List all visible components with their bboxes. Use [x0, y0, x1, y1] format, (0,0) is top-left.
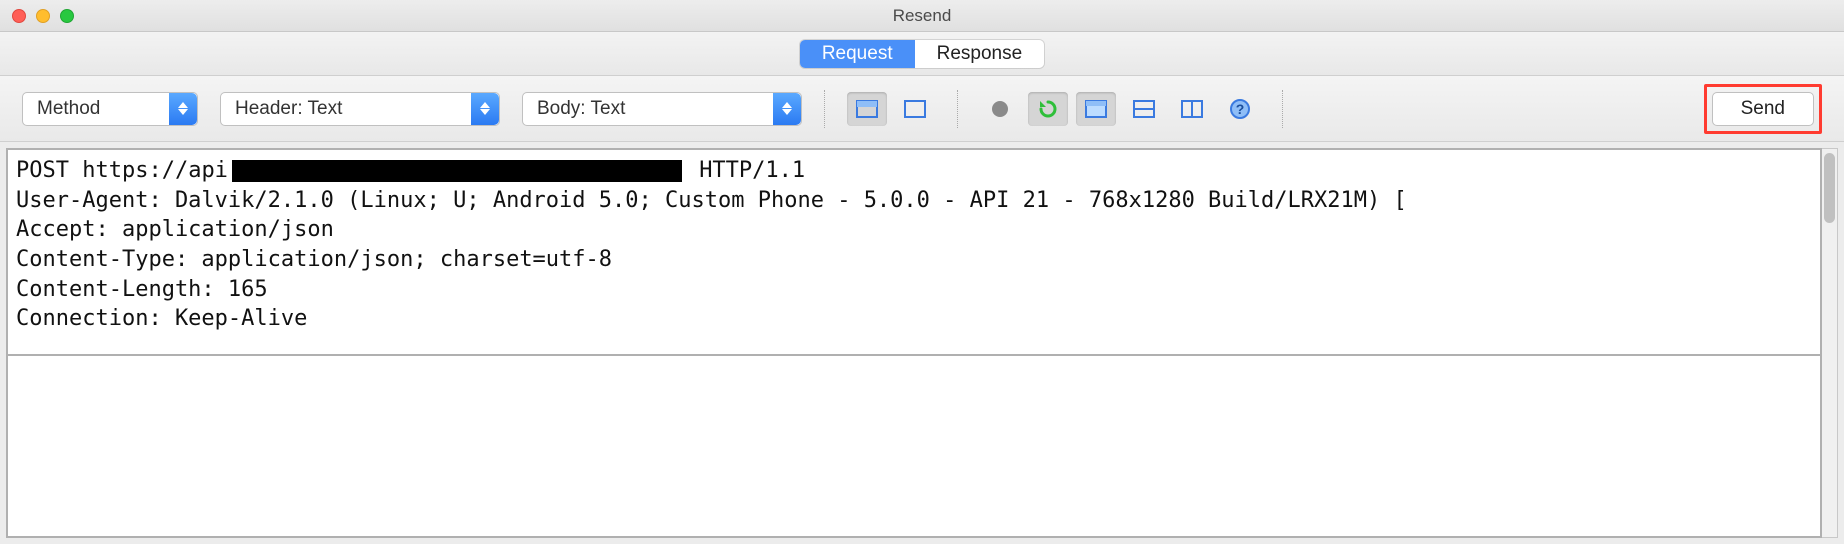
toolbar-divider — [957, 90, 958, 128]
action-icon-group: ? — [980, 92, 1260, 126]
request-header-line: Content-Length: 165 — [16, 277, 268, 302]
traffic-lights — [12, 9, 74, 23]
columns-button[interactable] — [1172, 92, 1212, 126]
select-arrows-icon — [471, 93, 499, 125]
close-window-button[interactable] — [12, 9, 26, 23]
editor-panels: POST https://api HTTP/1.1 User-Agent: Da… — [6, 148, 1822, 538]
request-protocol: HTTP/1.1 — [699, 158, 805, 183]
tab-response[interactable]: Response — [915, 40, 1045, 68]
tab-segmented-control: Request Response — [800, 40, 1044, 68]
request-header-line: User-Agent: Dalvik/2.1.0 (Linux; U; Andr… — [16, 188, 1407, 213]
request-method: POST — [16, 158, 69, 183]
request-text[interactable]: POST https://api HTTP/1.1 User-Agent: Da… — [16, 156, 1812, 334]
select-arrows-icon — [773, 93, 801, 125]
view-single-button[interactable] — [895, 92, 935, 126]
scrollbar-thumb[interactable] — [1824, 153, 1835, 223]
select-arrows-icon — [169, 93, 197, 125]
send-button[interactable]: Send — [1712, 92, 1814, 126]
redacted-url — [232, 160, 682, 182]
toolbar-divider — [1282, 90, 1283, 128]
stacked-view-icon — [855, 97, 879, 121]
rows-icon — [1132, 97, 1156, 121]
method-select-label: Method — [37, 98, 100, 120]
body-format-select[interactable]: Body: Text — [522, 92, 802, 126]
window: Resend Request Response Method Header: T… — [0, 0, 1844, 544]
resend-icon — [1036, 97, 1060, 121]
request-header-line: Connection: Keep-Alive — [16, 306, 307, 331]
body-panel[interactable] — [8, 356, 1820, 536]
tab-request[interactable]: Request — [800, 40, 915, 68]
record-button[interactable] — [980, 92, 1020, 126]
svg-text:?: ? — [1236, 101, 1245, 117]
columns-icon — [1180, 97, 1204, 121]
resend-button[interactable] — [1028, 92, 1068, 126]
single-view-icon — [903, 97, 927, 121]
request-header-line: Accept: application/json — [16, 217, 334, 242]
view-stacked-button[interactable] — [847, 92, 887, 126]
body-format-select-label: Body: Text — [537, 98, 625, 120]
rows-button[interactable] — [1124, 92, 1164, 126]
view-icon-group — [847, 92, 935, 126]
tab-bar: Request Response — [0, 32, 1844, 76]
browser-icon — [1084, 97, 1108, 121]
toolbar-right: Send — [1704, 84, 1822, 134]
toolbar-divider — [824, 90, 825, 128]
request-url-prefix: https://api — [82, 158, 228, 183]
send-highlight-box: Send — [1704, 84, 1822, 134]
titlebar: Resend — [0, 0, 1844, 32]
header-format-select[interactable]: Header: Text — [220, 92, 500, 126]
header-format-select-label: Header: Text — [235, 98, 342, 120]
method-select[interactable]: Method — [22, 92, 198, 126]
headers-panel[interactable]: POST https://api HTTP/1.1 User-Agent: Da… — [8, 150, 1820, 356]
browser-button[interactable] — [1076, 92, 1116, 126]
help-button[interactable]: ? — [1220, 92, 1260, 126]
help-icon: ? — [1228, 97, 1252, 121]
vertical-scrollbar[interactable] — [1822, 148, 1838, 538]
window-title: Resend — [0, 6, 1844, 26]
minimize-window-button[interactable] — [36, 9, 50, 23]
request-header-line: Content-Type: application/json; charset=… — [16, 247, 612, 272]
toolbar: Method Header: Text Body: Text — [0, 76, 1844, 142]
maximize-window-button[interactable] — [60, 9, 74, 23]
content-area: POST https://api HTTP/1.1 User-Agent: Da… — [0, 142, 1844, 544]
record-icon — [988, 97, 1012, 121]
